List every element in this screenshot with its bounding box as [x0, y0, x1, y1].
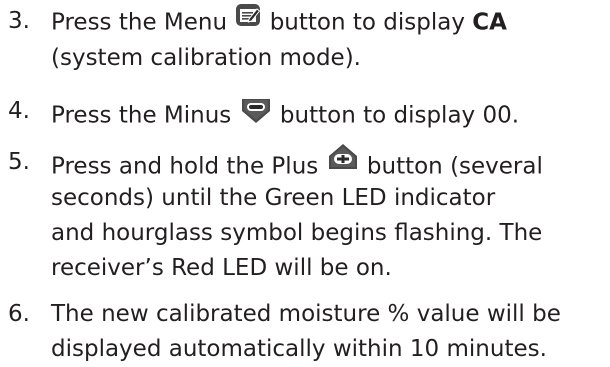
step-number: 3. [8, 8, 30, 34]
step-text-line: (system calibration mode). [51, 45, 361, 71]
step-text-line: Press the Minus button to display 00. [51, 94, 519, 138]
step-text-line: The new calibrated moisture % value will… [51, 301, 561, 327]
plus-arrow-up-icon [326, 142, 360, 186]
menu-notepad-icon [234, 1, 262, 39]
mode-code: CA [472, 9, 507, 36]
step-number: 6. [8, 301, 30, 327]
step-text-line: receiver’s Red LED will be on. [51, 255, 392, 281]
step-number: 5. [8, 149, 30, 175]
minus-arrow-down-icon [239, 91, 273, 135]
step-text-line: seconds) until the Green LED indicator [51, 185, 496, 211]
step-text-line: Press the Menu button to display CA [51, 4, 507, 42]
step-text-line: displayed automatically within 10 minute… [51, 336, 547, 362]
step-number: 4. [8, 98, 30, 124]
step-text-line: and hourglass symbol begins flashing. Th… [51, 220, 543, 246]
